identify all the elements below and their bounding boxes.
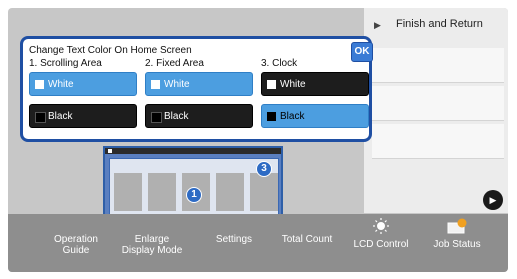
checkbox-icon (267, 112, 276, 121)
next-page-button[interactable]: ▶ (483, 190, 503, 210)
preview-scrolling-area: 1 3 (109, 158, 279, 222)
text-color-popup: Change Text Color On Home Screen OK 1. S… (20, 36, 373, 142)
preview-tile (216, 173, 244, 211)
preview-tile (148, 173, 176, 211)
bottom-navigation-bar: Operation Guide Enlarge Display Mode Set… (8, 214, 508, 272)
section-label-fixed-area: 2. Fixed Area (145, 58, 204, 69)
preview-tile (114, 173, 142, 211)
nav-enlarge-display-mode[interactable]: Enlarge Display Mode (112, 234, 192, 256)
preview-tile (250, 173, 278, 211)
badge-clock: 3 (256, 161, 272, 177)
nav-lcd-control[interactable]: LCD Control (346, 218, 416, 250)
preview-status-bar (105, 148, 281, 154)
checkbox-icon (35, 112, 46, 123)
right-slot (372, 48, 504, 83)
ok-button[interactable]: OK (351, 42, 373, 62)
nav-settings[interactable]: Settings (204, 234, 264, 245)
section-label-clock: 3. Clock (261, 58, 298, 69)
device-screen: ▶ Finish and Return ▶ Change Text Color … (8, 8, 508, 272)
play-icon: ▶ (374, 20, 381, 30)
checkbox-icon (151, 112, 162, 123)
clock-white-button[interactable]: White (261, 72, 369, 96)
finish-and-return-button[interactable]: Finish and Return (396, 18, 483, 30)
section-label-scrolling-area: 1. Scrolling Area (29, 58, 102, 69)
right-slot (372, 124, 504, 159)
scrolling-area-white-button[interactable]: White (29, 72, 137, 96)
popup-title: Change Text Color On Home Screen (29, 45, 192, 56)
job-status-icon (447, 218, 467, 234)
nav-total-count[interactable]: Total Count (274, 234, 340, 245)
fixed-area-black-button[interactable]: Black (145, 104, 253, 128)
status-dot-icon (108, 149, 112, 153)
right-slot (372, 86, 504, 121)
fixed-area-white-button[interactable]: White (145, 72, 253, 96)
checkbox-icon (267, 80, 276, 89)
brightness-icon (373, 218, 389, 234)
nav-job-status[interactable]: Job Status (422, 218, 492, 250)
checkbox-icon (35, 80, 44, 89)
right-panel: ▶ Finish and Return (364, 8, 508, 213)
nav-operation-guide[interactable]: Operation Guide (46, 234, 106, 256)
checkbox-icon (151, 80, 160, 89)
scrolling-area-black-button[interactable]: Black (29, 104, 137, 128)
badge-scrolling-area: 1 (186, 187, 202, 203)
clock-black-button[interactable]: Black (261, 104, 369, 128)
